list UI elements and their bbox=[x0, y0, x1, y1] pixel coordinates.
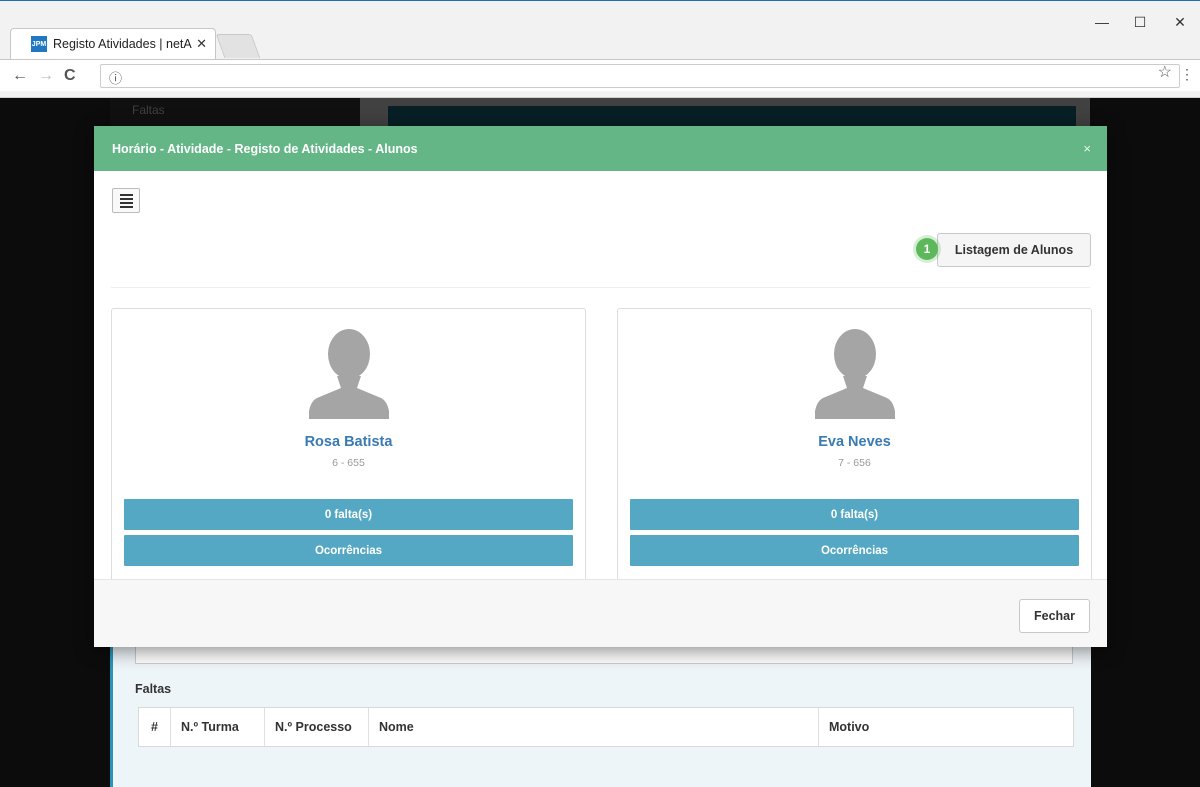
close-tab-icon[interactable]: ✕ bbox=[196, 36, 207, 52]
list-view-toggle-button[interactable] bbox=[112, 188, 140, 213]
modal-footer: Fechar bbox=[94, 579, 1107, 647]
student-card: Eva Neves 7 - 656 0 falta(s) Ocorrências bbox=[617, 308, 1092, 583]
favicon-icon: JPM bbox=[31, 36, 47, 52]
student-name[interactable]: Eva Neves bbox=[618, 434, 1091, 450]
browser-chrome: JPM Registo Atividades | netA ✕ — ☐ ✕ ← … bbox=[0, 0, 1200, 98]
column-header: N.º Processo bbox=[265, 708, 369, 746]
info-icon[interactable]: ⓘ bbox=[109, 68, 122, 87]
column-header: Nome bbox=[369, 708, 819, 746]
browser-menu-icon[interactable]: ⋮ bbox=[1180, 66, 1194, 83]
faltas-button[interactable]: 0 falta(s) bbox=[630, 499, 1079, 530]
user-avatar-icon bbox=[308, 329, 389, 419]
student-code: 6 - 655 bbox=[332, 457, 365, 469]
column-header: N.º Turma bbox=[171, 708, 265, 746]
reload-icon[interactable]: C bbox=[64, 67, 76, 85]
browser-tab[interactable]: JPM Registo Atividades | netA ✕ bbox=[10, 28, 216, 59]
user-avatar-icon bbox=[814, 329, 895, 419]
student-card: Rosa Batista 6 - 655 0 falta(s) Ocorrênc… bbox=[111, 308, 586, 583]
new-tab-button[interactable] bbox=[215, 34, 261, 58]
faltas-panel: Faltas # N.º Turma N.º Processo Nome Mot… bbox=[110, 628, 1091, 787]
minimize-icon[interactable]: — bbox=[1092, 14, 1112, 30]
column-header: Motivo bbox=[829, 720, 870, 734]
list-icon bbox=[119, 197, 133, 200]
list-icon bbox=[119, 193, 133, 196]
close-window-icon[interactable]: ✕ bbox=[1170, 14, 1190, 31]
browser-toolbar: ← → C ⓘ ☆ ⋮ bbox=[0, 59, 1200, 91]
ocorrencias-button[interactable]: Ocorrências bbox=[630, 535, 1079, 566]
tab-title: Registo Atividades | netA bbox=[53, 37, 192, 51]
list-icon bbox=[119, 205, 133, 208]
bookmark-star-icon[interactable]: ☆ bbox=[1158, 62, 1172, 82]
modal-body: 1 Listagem de Alunos Rosa Batista 6 - 65… bbox=[94, 171, 1107, 583]
faltas-table-header: # N.º Turma N.º Processo Nome Motivo bbox=[138, 707, 1074, 747]
back-icon[interactable]: ← bbox=[12, 67, 28, 85]
fechar-button[interactable]: Fechar bbox=[1019, 599, 1090, 633]
modal-header: Horário - Atividade - Registo de Ativida… bbox=[94, 126, 1107, 171]
student-code: 7 - 656 bbox=[838, 457, 871, 469]
divider bbox=[111, 287, 1090, 288]
list-icon bbox=[119, 201, 133, 204]
faltas-section-title: Faltas bbox=[135, 682, 172, 696]
listagem-alunos-button[interactable]: Listagem de Alunos bbox=[937, 233, 1091, 267]
alunos-modal: Horário - Atividade - Registo de Ativida… bbox=[94, 126, 1107, 647]
modal-close-icon[interactable]: × bbox=[1083, 141, 1091, 156]
sidebar-item-faltas[interactable]: Faltas bbox=[120, 98, 345, 126]
column-header: # bbox=[139, 708, 171, 746]
window-border bbox=[0, 0, 1200, 1]
modal-title: Horário - Atividade - Registo de Ativida… bbox=[112, 141, 418, 156]
maximize-icon[interactable]: ☐ bbox=[1130, 14, 1150, 31]
address-bar[interactable]: ⓘ bbox=[100, 64, 1180, 88]
step-badge: 1 bbox=[916, 238, 938, 260]
ocorrencias-button[interactable]: Ocorrências bbox=[124, 535, 573, 566]
forward-icon[interactable]: → bbox=[38, 67, 54, 85]
student-name[interactable]: Rosa Batista bbox=[112, 434, 585, 450]
faltas-button[interactable]: 0 falta(s) bbox=[124, 499, 573, 530]
